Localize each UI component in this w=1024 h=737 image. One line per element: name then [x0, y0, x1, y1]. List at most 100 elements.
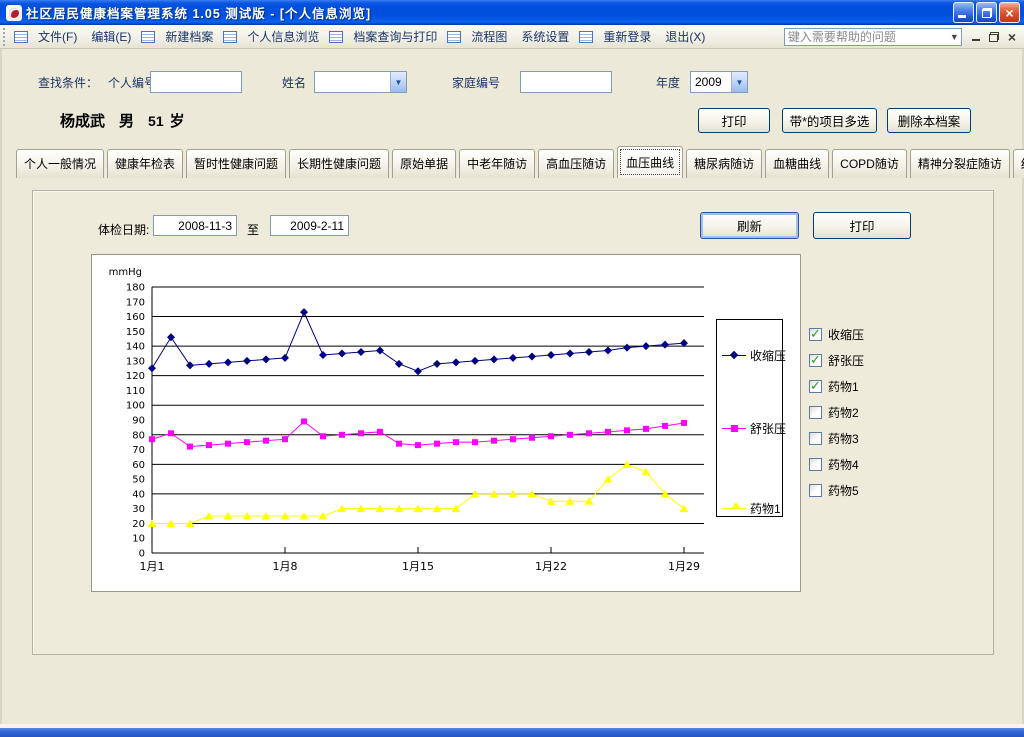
- tab-blood-pressure-curve[interactable]: 血压曲线: [617, 146, 683, 178]
- app-icon: [6, 5, 22, 21]
- patient-age: 51: [148, 113, 164, 129]
- tab-longterm-health[interactable]: 长期性健康问题: [289, 149, 389, 178]
- tab-original-documents[interactable]: 原始单据: [392, 149, 456, 178]
- menu-flowchart[interactable]: 流程图: [444, 24, 514, 49]
- mdi-close-button[interactable]: ×: [1008, 31, 1016, 43]
- svg-text:60: 60: [132, 460, 145, 471]
- menu-file[interactable]: 文件(F): [31, 24, 84, 49]
- toggle-med2[interactable]: ✓ 药物2: [809, 399, 919, 425]
- menu-relogin[interactable]: 重新登录: [576, 24, 658, 49]
- exam-date-label: 体检日期:: [98, 221, 149, 238]
- mdi-minimize-button[interactable]: [972, 39, 980, 41]
- date-from-input[interactable]: [153, 215, 237, 236]
- menu-system-settings[interactable]: 系统设置: [514, 24, 576, 49]
- svg-text:120: 120: [126, 371, 145, 382]
- svg-text:180: 180: [126, 283, 145, 294]
- year-combobox[interactable]: 2009 ▼: [690, 71, 748, 93]
- toggle-med4[interactable]: ✓ 药物4: [809, 451, 919, 477]
- close-icon: ×: [1005, 6, 1013, 20]
- tab-diabetes-followup[interactable]: 糖尿病随访: [686, 149, 762, 178]
- legend-entry: 收缩压: [722, 345, 786, 365]
- series-toggle-list: ✓ 收缩压 ✓ 舒张压 ✓ 药物1 ✓ 药物2 ✓ 药物3: [809, 321, 919, 503]
- menu-query-print[interactable]: 档案查询与打印: [326, 24, 444, 49]
- checkbox-icon[interactable]: ✓: [809, 328, 822, 341]
- tab-annual-checkup[interactable]: 健康年检表: [107, 149, 183, 178]
- checkbox-icon[interactable]: ✓: [809, 484, 822, 497]
- diamond-marker-icon: [730, 350, 738, 358]
- refresh-button[interactable]: 刷新: [700, 212, 799, 239]
- toggle-med3[interactable]: ✓ 药物3: [809, 425, 919, 451]
- tab-personal-general[interactable]: 个人一般情况: [16, 149, 104, 178]
- checkbox-icon[interactable]: ✓: [809, 458, 822, 471]
- square-marker-icon: [731, 425, 738, 432]
- legend-entry: 舒张压: [722, 418, 786, 438]
- family-id-input[interactable]: [520, 71, 612, 93]
- svg-text:160: 160: [126, 312, 145, 323]
- menu-exit[interactable]: 退出(X): [658, 24, 712, 49]
- help-dropdown-icon[interactable]: ▼: [948, 32, 961, 42]
- svg-text:150: 150: [126, 327, 145, 338]
- tab-copd-followup[interactable]: COPD随访: [832, 149, 907, 178]
- chevron-down-icon[interactable]: ▼: [731, 72, 747, 92]
- tab-schizophrenia-followup[interactable]: 精神分裂症随访: [910, 149, 1010, 178]
- window-bottom-border: [0, 728, 1024, 737]
- print-button[interactable]: 打印: [698, 108, 770, 133]
- checkbox-icon[interactable]: ✓: [809, 432, 822, 445]
- svg-text:mmHg: mmHg: [109, 267, 142, 278]
- svg-text:10: 10: [132, 534, 145, 545]
- delete-record-button[interactable]: 删除本档案: [887, 108, 971, 133]
- multi-select-button[interactable]: 带*的项目多选: [782, 108, 877, 133]
- toolbar-grip-icon: [2, 28, 7, 46]
- tab-temporary-health[interactable]: 暂时性健康问题: [186, 149, 286, 178]
- name-combobox[interactable]: ▼: [314, 71, 407, 93]
- menu-new-record[interactable]: 新建档案: [138, 24, 220, 49]
- menu-bar: 文件(F) 编辑(E) 新建档案 个人信息浏览 档案查询与打印 流程图 系统设置…: [0, 25, 1024, 49]
- svg-text:130: 130: [126, 356, 145, 367]
- minimize-button[interactable]: [953, 2, 974, 23]
- tab-blood-glucose-curve[interactable]: 血糖曲线: [765, 149, 829, 178]
- svg-text:110: 110: [126, 386, 145, 397]
- year-label: 年度: [656, 74, 680, 91]
- patient-summary: 杨成武男51岁: [60, 110, 199, 131]
- checkbox-icon[interactable]: ✓: [809, 354, 822, 367]
- blood-pressure-chart: 0102030405060708090100110120130140150160…: [92, 255, 800, 591]
- chart-print-button[interactable]: 打印: [813, 212, 911, 239]
- chart-legend: 收缩压舒张压药物1: [716, 319, 783, 517]
- svg-text:100: 100: [126, 401, 145, 412]
- range-to-label: 至: [247, 221, 259, 238]
- tab-elderly-followup[interactable]: 中老年随访: [459, 149, 535, 178]
- close-button[interactable]: ×: [999, 2, 1020, 23]
- triangle-marker-icon: [731, 502, 741, 509]
- toggle-diastolic[interactable]: ✓ 舒张压: [809, 347, 919, 373]
- personal-id-input[interactable]: [150, 71, 242, 93]
- checkbox-icon[interactable]: ✓: [809, 406, 822, 419]
- svg-text:1月22: 1月22: [535, 560, 567, 573]
- chevron-down-icon[interactable]: ▼: [390, 72, 406, 92]
- patient-age-unit: 岁: [170, 113, 185, 130]
- toggle-med5[interactable]: ✓ 药物5: [809, 477, 919, 503]
- svg-text:70: 70: [132, 445, 145, 456]
- patient-gender: 男: [119, 113, 134, 130]
- help-search-input[interactable]: [785, 30, 948, 44]
- menu-personal-info[interactable]: 个人信息浏览: [220, 24, 326, 49]
- blood-pressure-panel: 体检日期: 至 刷新 打印 01020304050607080901001101…: [32, 190, 994, 655]
- svg-text:1月15: 1月15: [402, 560, 434, 573]
- toggle-med1[interactable]: ✓ 药物1: [809, 373, 919, 399]
- checkbox-icon[interactable]: ✓: [809, 380, 822, 393]
- tab-tuberculosis-followup[interactable]: 结核病随访: [1013, 149, 1024, 178]
- restore-button[interactable]: [976, 2, 997, 23]
- window-controls: ×: [953, 2, 1020, 23]
- svg-text:1月8: 1月8: [273, 560, 298, 573]
- legend-entry: 药物1: [722, 498, 781, 518]
- restore-icon: [982, 8, 992, 18]
- name-label: 姓名: [282, 74, 306, 91]
- tab-hypertension-followup[interactable]: 高血压随访: [538, 149, 614, 178]
- toggle-systolic[interactable]: ✓ 收缩压: [809, 321, 919, 347]
- mdi-restore-button[interactable]: [989, 32, 999, 42]
- menu-edit[interactable]: 编辑(E): [84, 24, 138, 49]
- minimize-icon: [958, 15, 966, 18]
- client-area: 查找条件： 个人编号 姓名 ▼ 家庭编号 年度 2009 ▼ 杨成武男51岁 打…: [0, 49, 1024, 724]
- form-icon: [447, 31, 461, 43]
- date-to-input[interactable]: [270, 215, 349, 236]
- form-icon: [141, 31, 155, 43]
